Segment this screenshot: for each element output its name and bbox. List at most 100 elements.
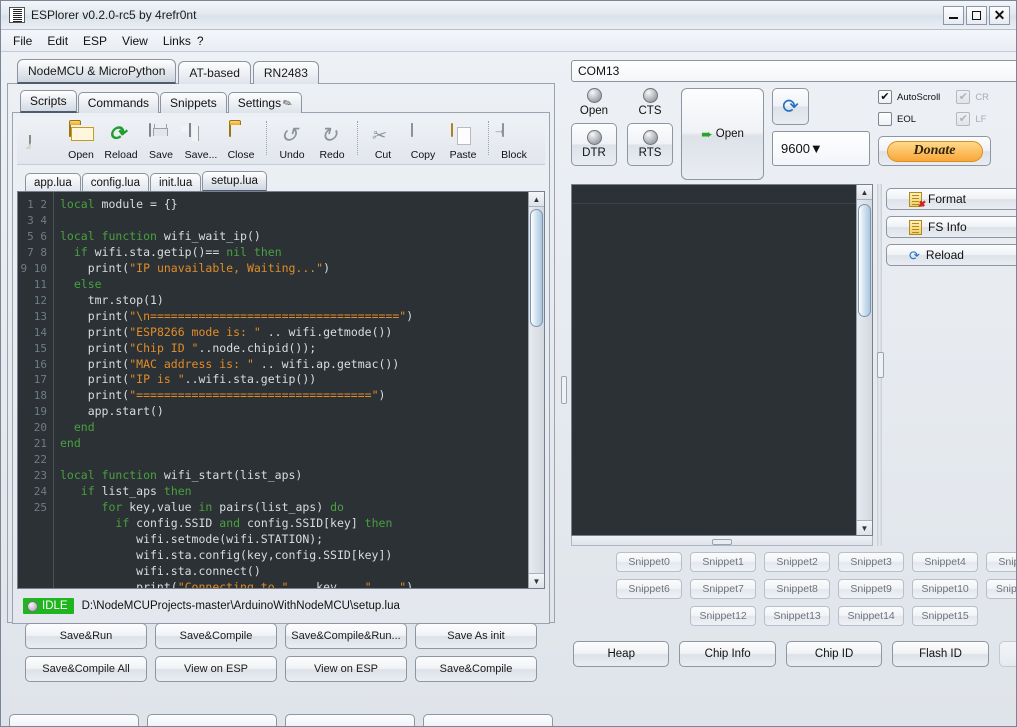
toolbar-paste[interactable]: Paste xyxy=(443,123,483,161)
toolbar-save-as[interactable]: Save... xyxy=(181,123,221,161)
heap-button[interactable]: Heap xyxy=(573,641,670,667)
scroll-thumb[interactable] xyxy=(530,209,543,327)
esp-reload-button[interactable]: ⟳ Reload xyxy=(886,244,1016,266)
save-compile-run-button[interactable]: Save&Compile&Run... xyxy=(285,623,407,649)
refresh-ports-button[interactable]: ⟳ xyxy=(772,88,809,125)
fs-info-button[interactable]: FS Info xyxy=(886,216,1016,238)
file-info-icon xyxy=(909,219,922,235)
chip-info-button[interactable]: Chip Info xyxy=(679,641,776,667)
close-button[interactable]: ✕ xyxy=(989,5,1010,25)
toolbar-open-label: Open xyxy=(68,149,94,161)
snippet-button-5[interactable]: Snippet5 xyxy=(986,552,1016,572)
snippet-button-14[interactable]: Snippet14 xyxy=(838,606,905,626)
serial-toggle-buttons: DTR RTS xyxy=(571,123,673,166)
terminal-scroll-up-arrow[interactable]: ▲ xyxy=(857,185,872,200)
terminal-scroll-down-arrow[interactable]: ▼ xyxy=(857,520,872,535)
autoscroll-checkbox[interactable]: ✔ AutoScroll xyxy=(878,90,940,104)
tab-nodemcu-micropython[interactable]: NodeMCU & MicroPython xyxy=(17,59,177,84)
snippet-button-1[interactable]: Snippet1 xyxy=(690,552,757,572)
maximize-button[interactable] xyxy=(966,5,987,25)
toolbar-line-comment[interactable]: Line xyxy=(534,124,545,161)
minimize-button[interactable] xyxy=(943,5,964,25)
eol-checkbox[interactable]: EOL xyxy=(878,112,940,126)
toolbar-reload[interactable]: ⟳ Reload xyxy=(101,124,141,161)
chip-id-button[interactable]: Chip ID xyxy=(785,641,883,667)
save-and-compile-button-2[interactable]: Save&Compile xyxy=(415,656,537,682)
snippet-button-9[interactable]: Snippet9 xyxy=(838,579,905,599)
snippet-button-8[interactable]: Snippet8 xyxy=(764,579,831,599)
dtr-button[interactable]: DTR xyxy=(571,123,617,166)
terminal-scroll-thumb[interactable] xyxy=(858,204,871,317)
scroll-down-arrow[interactable]: ▼ xyxy=(529,573,544,588)
tab-snippets[interactable]: Snippets xyxy=(160,92,227,113)
snippet-button-13[interactable]: Snippet13 xyxy=(764,606,831,626)
overflow-button-1[interactable] xyxy=(9,714,139,726)
save-and-run-button[interactable]: Save&Run xyxy=(25,623,147,649)
editor-vertical-scrollbar[interactable]: ▲ ▼ xyxy=(528,192,544,588)
menu-help[interactable]: ? xyxy=(197,34,204,48)
rts-button[interactable]: RTS xyxy=(627,123,673,166)
snippet-button-7[interactable]: Snippet7 xyxy=(690,579,757,599)
save-and-compile-all-button[interactable]: Save&Compile All xyxy=(25,656,147,682)
menu-view[interactable]: View xyxy=(122,34,148,48)
tab-scripts[interactable]: Scripts xyxy=(20,90,77,113)
menu-links[interactable]: Links xyxy=(163,34,191,48)
snippet-button-15[interactable]: Snippet15 xyxy=(912,606,979,626)
donate-button[interactable]: Donate xyxy=(878,136,991,166)
scroll-up-arrow[interactable]: ▲ xyxy=(529,192,544,207)
menu-edit[interactable]: Edit xyxy=(47,34,68,48)
overflow-button-4[interactable] xyxy=(423,714,553,726)
toolbar-save[interactable]: Save xyxy=(141,123,181,161)
file-tab-setup-lua[interactable]: setup.lua xyxy=(202,171,267,192)
flash-id-button[interactable]: Flash ID xyxy=(892,641,989,667)
snippet-button-11[interactable]: Snippet11 xyxy=(986,579,1016,599)
view-on-esp-button-2[interactable]: View on ESP xyxy=(285,656,407,682)
view-on-esp-button-1[interactable]: View on ESP xyxy=(155,656,277,682)
terminal-text[interactable] xyxy=(572,185,856,535)
menu-file[interactable]: File xyxy=(13,34,32,48)
baud-chevron-down-icon[interactable]: ▼ xyxy=(810,141,832,156)
toolbar-block-comment[interactable]: Block xyxy=(494,123,534,161)
dtr-led-icon xyxy=(586,130,602,145)
tab-rn2483[interactable]: RN2483 xyxy=(252,61,319,84)
terminal-vertical-scrollbar[interactable]: ▲ ▼ xyxy=(856,185,872,535)
device-panel: Scripts Commands Snippets Settings✎ Open… xyxy=(7,83,555,682)
code-editor[interactable]: 1 2 3 4 5 6 7 8 9 10 11 12 13 14 15 16 1… xyxy=(17,191,545,589)
snippet-button-12[interactable]: Snippet12 xyxy=(690,606,757,626)
com-port-select[interactable]: COM13 ▼ xyxy=(571,60,1016,82)
snippet-button-4[interactable]: Snippet4 xyxy=(912,552,979,572)
tab-commands[interactable]: Commands xyxy=(77,92,160,113)
save-and-compile-button[interactable]: Save&Compile xyxy=(155,623,277,649)
menu-esp[interactable]: ESP xyxy=(83,34,107,48)
serial-led-column: Open CTS DTR RTS xyxy=(571,88,673,166)
toolbar-cut[interactable]: ✂ Cut xyxy=(363,124,403,161)
com-port-value: COM13 xyxy=(578,64,620,78)
file-tab-init-lua[interactable]: init.lua xyxy=(149,173,202,192)
open-port-button[interactable]: ➨ Open xyxy=(681,88,764,180)
terminal-output[interactable]: ▲ ▼ xyxy=(571,184,873,536)
toolbar-new-file[interactable] xyxy=(21,135,61,161)
snippet-button-2[interactable]: Snippet2 xyxy=(764,552,831,572)
file-tab-config-lua[interactable]: config.lua xyxy=(81,173,149,192)
terminal-side-splitter[interactable] xyxy=(877,184,882,546)
new-file-icon xyxy=(29,135,53,160)
file-tab-app-lua[interactable]: app.lua xyxy=(25,173,81,192)
save-as-init-button[interactable]: Save As init xyxy=(415,623,537,649)
snippet-button-10[interactable]: Snippet10 xyxy=(912,579,979,599)
snippet-button-0[interactable]: Snippet0 xyxy=(616,552,683,572)
terminal-bottom-splitter[interactable] xyxy=(571,536,873,546)
snippet-button-3[interactable]: Snippet3 xyxy=(838,552,905,572)
overflow-button-2[interactable] xyxy=(147,714,277,726)
overflow-button-3[interactable] xyxy=(285,714,415,726)
toolbar-open[interactable]: Open xyxy=(61,123,101,161)
toolbar-redo[interactable]: ↻ Redo xyxy=(312,124,352,161)
tab-at-based[interactable]: AT-based xyxy=(178,61,251,84)
toolbar-close[interactable]: Close xyxy=(221,123,261,161)
code-text-area[interactable]: local module = {} local function wifi_wa… xyxy=(54,192,528,588)
snippet-button-6[interactable]: Snippet6 xyxy=(616,579,683,599)
toolbar-copy[interactable]: Copy xyxy=(403,123,443,161)
tab-settings[interactable]: Settings✎ xyxy=(227,92,303,113)
toolbar-undo[interactable]: ↺ Undo xyxy=(272,124,312,161)
baud-rate-select[interactable]: 9600 ▼ xyxy=(772,131,870,166)
format-button[interactable]: ✖ Format xyxy=(886,188,1016,210)
